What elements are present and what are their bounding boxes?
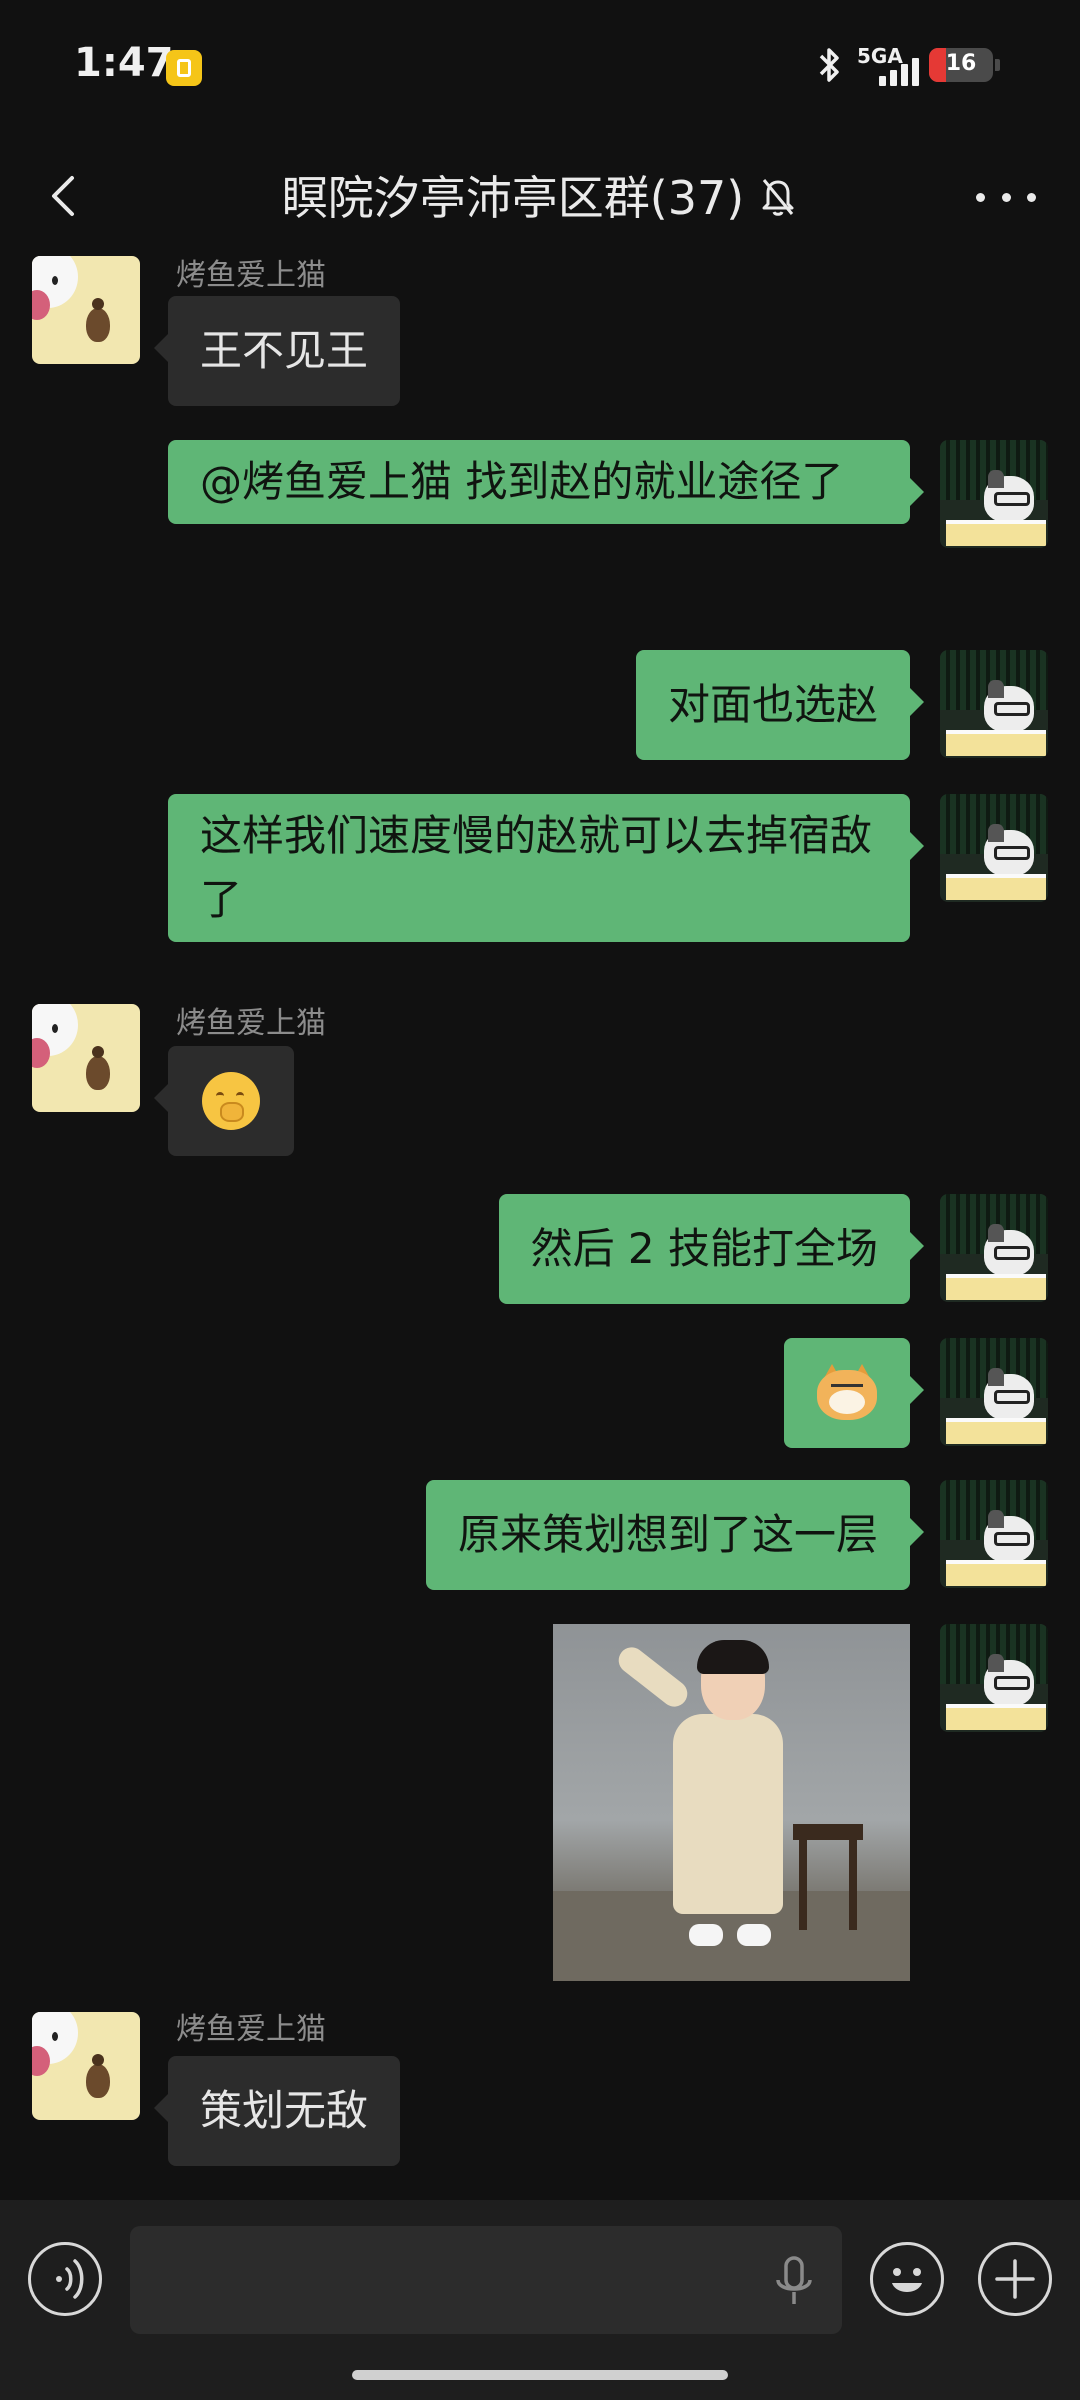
message-list[interactable]: 烤鱼爱上猫 王不见王 @烤鱼爱上猫 找到赵的就业途径了 对面也选赵 这样我们速度… xyxy=(0,250,1080,2200)
image-message[interactable] xyxy=(553,1624,910,1981)
my-avatar[interactable] xyxy=(940,1624,1048,1732)
sender-name: 烤鱼爱上猫 xyxy=(176,1006,326,1041)
message-bubble[interactable]: 这样我们速度慢的赵就可以去掉宿敌了 xyxy=(168,794,924,942)
chat-input-bar xyxy=(0,2200,1080,2400)
message-bubble[interactable]: 王不见王 xyxy=(153,296,401,406)
home-indicator[interactable] xyxy=(352,2370,728,2380)
sender-avatar[interactable] xyxy=(32,256,140,364)
more-options-button[interactable] xyxy=(976,182,1036,212)
plus-icon xyxy=(995,2259,1035,2299)
doge-emoji-icon xyxy=(817,1364,877,1422)
message-bubble[interactable]: 然后 2 技能打全场 xyxy=(498,1194,925,1304)
chat-title-text: 瞑院汐亭沛亭区群(37) xyxy=(281,171,745,225)
message-bubble[interactable]: @烤鱼爱上猫 找到赵的就业途径了 xyxy=(168,440,924,524)
battery-icon: 16 xyxy=(929,48,993,82)
signal-icon: 5GA xyxy=(857,44,919,86)
sender-name: 烤鱼爱上猫 xyxy=(176,258,326,293)
voice-wave-icon xyxy=(56,2259,84,2299)
shushing-face-emoji-icon xyxy=(202,1072,260,1130)
sender-avatar[interactable] xyxy=(32,2012,140,2120)
status-time: 1:47 xyxy=(74,40,174,86)
emoji-button[interactable] xyxy=(870,2242,944,2316)
my-avatar[interactable] xyxy=(940,440,1048,548)
microphone-icon[interactable] xyxy=(772,2254,816,2314)
more-functions-button[interactable] xyxy=(978,2242,1052,2316)
sender-avatar[interactable] xyxy=(32,1004,140,1112)
battery-level: 16 xyxy=(945,51,977,76)
message-bubble[interactable]: 原来策划想到了这一层 xyxy=(425,1480,925,1590)
bluetooth-icon xyxy=(817,45,843,85)
message-bubble[interactable] xyxy=(154,1046,294,1156)
my-avatar[interactable] xyxy=(940,650,1048,758)
status-icons: 5GA 16 xyxy=(817,44,1000,86)
status-bar: 1:47 5GA 16 xyxy=(0,0,1080,130)
smiley-icon xyxy=(892,2268,922,2292)
voice-mode-button[interactable] xyxy=(28,2242,102,2316)
message-bubble[interactable] xyxy=(784,1338,924,1448)
chat-title[interactable]: 瞑院汐亭沛亭区群(37) xyxy=(0,162,1080,229)
notification-app-icon xyxy=(166,50,202,86)
sender-name: 烤鱼爱上猫 xyxy=(176,2012,326,2047)
my-avatar[interactable] xyxy=(940,1338,1048,1446)
my-avatar[interactable] xyxy=(940,794,1048,902)
message-bubble[interactable]: 对面也选赵 xyxy=(635,650,925,760)
message-bubble[interactable]: 策划无敌 xyxy=(153,2056,401,2166)
my-avatar[interactable] xyxy=(940,1194,1048,1302)
mute-bell-icon xyxy=(758,174,798,229)
message-input[interactable] xyxy=(130,2226,842,2334)
chat-header: 瞑院汐亭沛亭区群(37) xyxy=(0,140,1080,250)
my-avatar[interactable] xyxy=(940,1480,1048,1588)
